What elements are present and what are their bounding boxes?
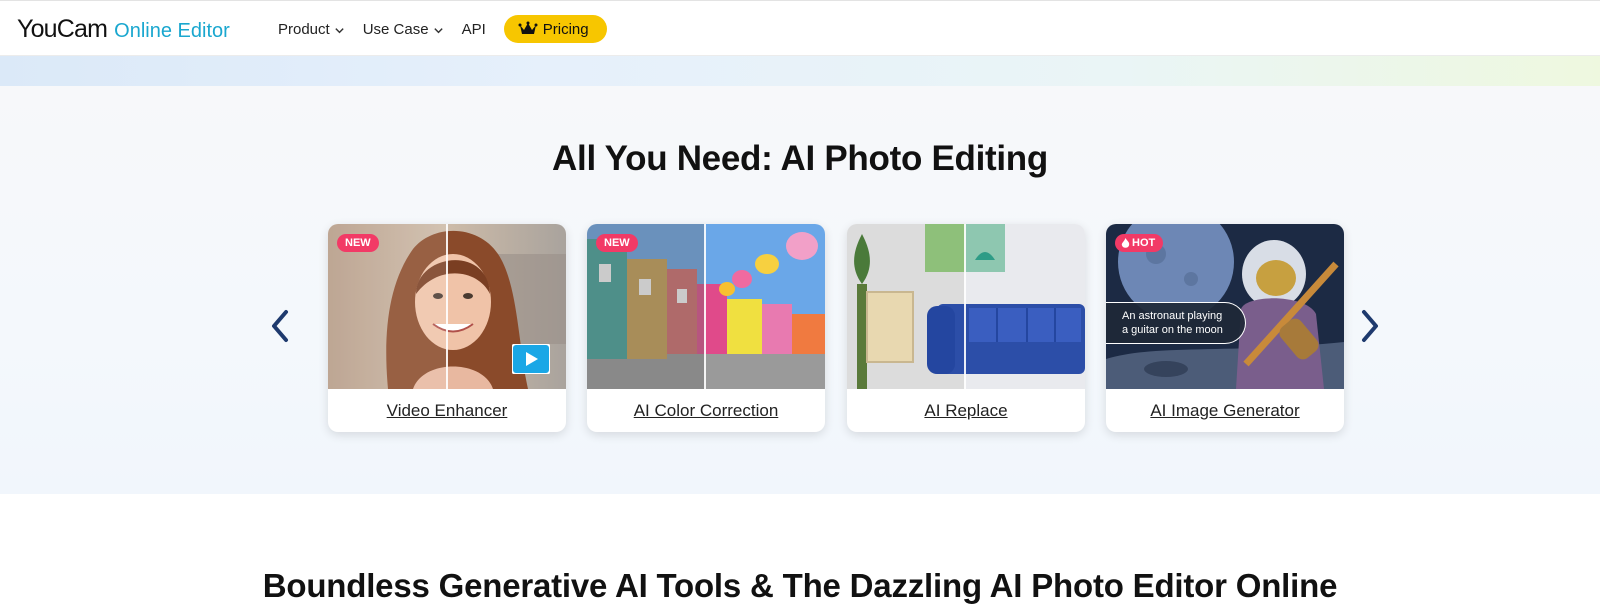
- compare-divider: [964, 224, 966, 389]
- nav-use-case[interactable]: Use Case: [363, 21, 444, 38]
- prompt-line-2: a guitar on the moon: [1122, 324, 1223, 336]
- card-ai-replace[interactable]: AI Replace: [847, 224, 1085, 432]
- flame-icon: [1121, 237, 1130, 248]
- prompt-bubble: An astronaut playing a guitar on the moo…: [1106, 302, 1246, 344]
- play-icon[interactable]: [512, 344, 550, 374]
- chevron-down-icon: [433, 27, 443, 33]
- nav-api-label: API: [461, 20, 486, 38]
- card-label[interactable]: AI Replace: [847, 389, 1085, 432]
- card-label[interactable]: AI Color Correction: [587, 389, 825, 432]
- card-label[interactable]: AI Image Generator: [1106, 389, 1344, 432]
- chevron-left-icon: [272, 310, 288, 342]
- compare-divider: [704, 224, 706, 389]
- pricing-button[interactable]: Pricing: [503, 15, 607, 43]
- gradient-banner: [0, 56, 1600, 86]
- nav-product-label: Product: [278, 20, 330, 38]
- compare-divider: [446, 224, 448, 389]
- carousel-prev-button[interactable]: [262, 308, 298, 344]
- crown-icon: [518, 21, 538, 34]
- ai-color-correction-image: NEW: [587, 224, 825, 389]
- ai-image-generator-image: HOT An astronaut playing a guitar on the…: [1106, 224, 1344, 389]
- chevron-right-icon: [1362, 310, 1378, 342]
- card-ai-image-generator[interactable]: HOT An astronaut playing a guitar on the…: [1106, 224, 1344, 432]
- secondary-heading: Boundless Generative AI Tools & The Dazz…: [262, 567, 1338, 604]
- card-label[interactable]: Video Enhancer: [328, 389, 566, 432]
- chevron-down-icon: [335, 27, 344, 33]
- logo-brand: YouCam: [17, 15, 108, 43]
- logo-product-name: Online Editor: [114, 20, 230, 42]
- site-header: YouCam Online Editor Product Use Case AP…: [0, 0, 1600, 56]
- prompt-line-1: An astronaut playing: [1122, 310, 1223, 322]
- nav-use-case-label: Use Case: [362, 20, 429, 38]
- ai-replace-illustration: [847, 224, 1085, 389]
- site-logo[interactable]: YouCam Online Editor: [17, 15, 230, 44]
- nav-product[interactable]: Product: [278, 21, 345, 38]
- new-badge: NEW: [337, 234, 379, 252]
- new-badge: NEW: [596, 234, 638, 252]
- section-title: All You Need: AI Photo Editing: [552, 139, 1048, 178]
- carousel-next-button[interactable]: [1352, 308, 1388, 344]
- feature-carousel-section: All You Need: AI Photo Editing NEW Video…: [0, 86, 1600, 494]
- video-enhancer-image: NEW: [328, 224, 566, 389]
- hot-badge: HOT: [1115, 234, 1164, 252]
- hot-badge-label: HOT: [1132, 237, 1156, 249]
- pricing-label: Pricing: [542, 20, 589, 38]
- card-video-enhancer[interactable]: NEW Video Enhancer: [328, 224, 566, 432]
- ai-replace-image: [847, 224, 1085, 389]
- main-nav: Product Use Case API Pricing: [278, 1, 607, 57]
- nav-api[interactable]: API: [462, 21, 486, 38]
- card-ai-color-correction[interactable]: NEW AI Color Correction: [587, 224, 825, 432]
